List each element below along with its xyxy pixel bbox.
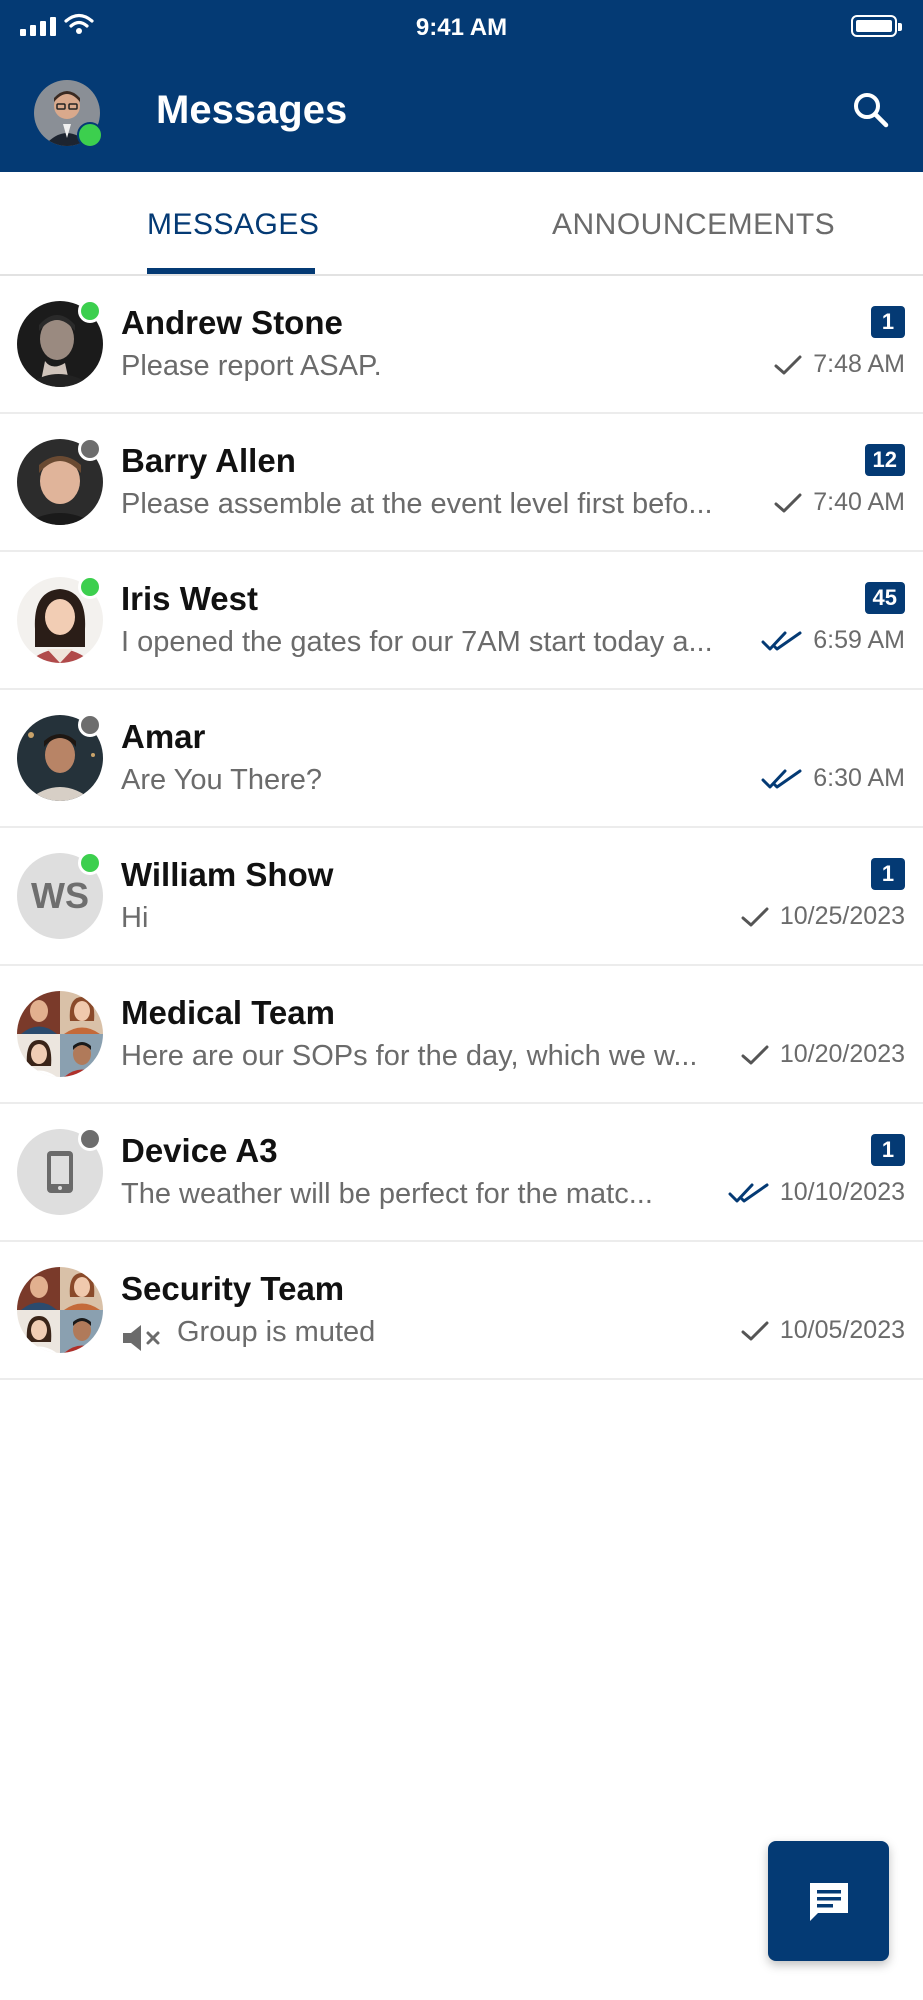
- message-meta: 7:48 AM: [773, 350, 905, 379]
- read-double-check-icon: [761, 769, 802, 788]
- conversation-row-amar[interactable]: Amar Are You There? 6:30 AM: [0, 690, 923, 828]
- sent-check-icon: [774, 493, 802, 512]
- speaker-muted-icon: [123, 1325, 160, 1351]
- message-meta: 6:30 AM: [761, 764, 905, 793]
- unread-badge: 45: [864, 582, 905, 614]
- message-time: 6:59 AM: [813, 626, 905, 654]
- group-avatar: [17, 991, 103, 1077]
- chat-compose-icon: [810, 1883, 848, 1921]
- message-time: 7:40 AM: [813, 488, 905, 516]
- sent-check-icon: [774, 355, 802, 374]
- message-meta: 10/05/2023: [740, 1316, 905, 1345]
- offline-indicator: [78, 1127, 102, 1151]
- message-preview: I opened the gates for our 7AM start tod…: [121, 626, 713, 658]
- message-preview: Hi: [121, 902, 149, 934]
- contact-name: Iris West: [121, 580, 258, 617]
- phone-device-icon: [47, 1151, 73, 1193]
- contact-name: William Show: [121, 856, 334, 893]
- offline-indicator: [78, 437, 102, 461]
- message-preview: Please assemble at the event level first…: [121, 488, 713, 520]
- conversation-row-device-a3[interactable]: Device A3 The weather will be perfect fo…: [0, 1104, 923, 1242]
- sent-check-icon: [741, 907, 769, 926]
- muted-status: Group is muted: [177, 1316, 376, 1348]
- message-time: 10/20/2023: [779, 1040, 905, 1068]
- new-message-button[interactable]: [768, 1841, 889, 1961]
- group-name: Security Team: [121, 1270, 345, 1307]
- conversation-row-william-show[interactable]: WS William Show Hi 1 10/25/2023: [0, 828, 923, 966]
- message-meta: 10/25/2023: [740, 902, 905, 931]
- conversation-row-andrew-stone[interactable]: Andrew Stone Please report ASAP. 1 7:48 …: [0, 276, 923, 414]
- message-meta: 10/20/2023: [740, 1040, 905, 1069]
- online-indicator: [78, 575, 102, 599]
- unread-badge: 12: [864, 444, 905, 476]
- tab-announcements[interactable]: ANNOUNCEMENTS: [552, 208, 835, 242]
- conversation-row-security-team[interactable]: Security Team Group is muted 10/05/2023: [0, 1242, 923, 1380]
- search-icon: [854, 93, 889, 128]
- contact-name: Barry Allen: [121, 442, 296, 479]
- active-tab-indicator: [147, 268, 315, 274]
- online-indicator: [78, 851, 102, 875]
- battery-icon: [851, 15, 902, 37]
- message-time: 7:48 AM: [813, 350, 905, 378]
- read-double-check-icon: [728, 1183, 769, 1202]
- message-meta: 6:59 AM: [761, 626, 905, 655]
- message-preview: The weather will be perfect for the matc…: [121, 1178, 653, 1210]
- sent-check-icon: [741, 1045, 769, 1064]
- unread-badge: 1: [871, 306, 905, 338]
- message-time: 6:30 AM: [813, 764, 905, 792]
- app-header: 9:41 AM Messages: [0, 0, 923, 172]
- conversation-row-medical-team[interactable]: Medical Team Here are our SOPs for the d…: [0, 966, 923, 1104]
- my-online-indicator: [77, 122, 103, 148]
- status-bar: 9:41 AM: [0, 0, 923, 56]
- offline-indicator: [78, 713, 102, 737]
- message-meta: 10/10/2023: [728, 1178, 905, 1207]
- unread-badge: 1: [871, 1134, 905, 1166]
- conversation-list: Andrew Stone Please report ASAP. 1 7:48 …: [0, 276, 923, 1380]
- conversation-row-iris-west[interactable]: Iris West I opened the gates for our 7AM…: [0, 552, 923, 690]
- message-preview: Are You There?: [121, 764, 323, 796]
- message-preview: Here are our SOPs for the day, which we …: [121, 1040, 698, 1072]
- sent-check-icon: [741, 1321, 769, 1340]
- read-double-check-icon: [761, 631, 802, 650]
- unread-badge: 1: [871, 858, 905, 890]
- search-button[interactable]: [847, 86, 895, 134]
- group-name: Medical Team: [121, 994, 335, 1031]
- online-indicator: [78, 299, 102, 323]
- page-title: Messages: [156, 88, 348, 132]
- message-time: 10/10/2023: [779, 1178, 905, 1206]
- group-avatar: [17, 1267, 103, 1353]
- contact-name: Andrew Stone: [121, 304, 343, 341]
- tab-messages[interactable]: MESSAGES: [147, 208, 319, 242]
- device-name: Device A3: [121, 1132, 278, 1169]
- message-preview: Please report ASAP.: [121, 350, 382, 382]
- message-meta: 7:40 AM: [773, 488, 905, 517]
- message-time: 10/25/2023: [779, 902, 905, 930]
- status-time: 9:41 AM: [415, 14, 508, 41]
- conversation-row-barry-allen[interactable]: Barry Allen Please assemble at the event…: [0, 414, 923, 552]
- message-time: 10/05/2023: [779, 1316, 905, 1344]
- tab-bar: MESSAGES ANNOUNCEMENTS: [0, 172, 923, 276]
- contact-name: Amar: [121, 718, 206, 755]
